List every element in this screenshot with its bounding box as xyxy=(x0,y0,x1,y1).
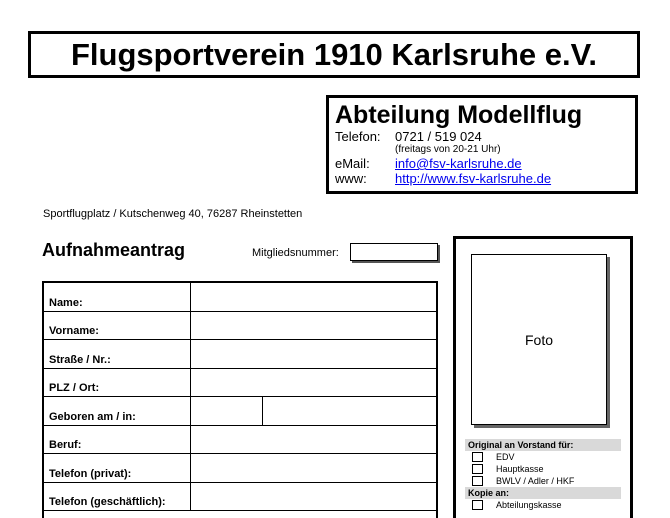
birth-place-field[interactable] xyxy=(263,397,436,425)
phone-business-label: Telefon (geschäftlich): xyxy=(44,482,191,510)
routing-item-abteilungskasse: Abteilungskasse xyxy=(465,499,621,511)
club-title: Flugsportverein 1910 Karlsruhe e.V. xyxy=(28,31,640,78)
bwlv-checkbox[interactable] xyxy=(472,476,483,486)
routing-item-bwlv: BWLV / Adler / HKF xyxy=(465,475,621,487)
street-field[interactable] xyxy=(191,340,436,368)
routing-list: Original an Vorstand für: EDV Hauptkasse… xyxy=(465,439,621,511)
application-form-table: Name: Vorname: Straße / Nr.: PLZ / Ort: … xyxy=(42,281,438,518)
department-info-box: Abteilung Modellflug Telefon: 0721 / 519… xyxy=(326,95,638,194)
edv-checkbox[interactable] xyxy=(472,452,483,462)
phone-row: Telefon: 0721 / 519 024 xyxy=(335,129,635,144)
birth-date-field[interactable] xyxy=(191,397,263,425)
copy-header: Kopie an: xyxy=(465,487,621,499)
airfield-address: Sportflugplatz / Kutschenweg 40, 76287 R… xyxy=(43,208,303,220)
form-row-phone-private: Telefon (privat): xyxy=(44,454,436,483)
phone-private-label: Telefon (privat): xyxy=(44,454,191,482)
zip-city-label: PLZ / Ort: xyxy=(44,368,191,396)
street-label: Straße / Nr.: xyxy=(44,340,191,368)
phone-business-field[interactable] xyxy=(191,483,436,511)
zip-city-field[interactable] xyxy=(191,369,436,397)
phone-number: 0721 / 519 024 xyxy=(395,129,482,144)
email-row: eMail: info@fsv-karlsruhe.de xyxy=(335,156,635,171)
form-row-city: PLZ / Ort: xyxy=(44,368,436,397)
birth-label: Geboren am / in: xyxy=(44,397,191,425)
office-use-panel: Foto Original an Vorstand für: EDV Haupt… xyxy=(453,236,633,518)
edv-label: EDV xyxy=(496,452,515,462)
routing-item-edv: EDV xyxy=(465,451,621,463)
firstname-label: Vorname: xyxy=(44,311,191,339)
form-row-birth: Geboren am / in: xyxy=(44,397,436,426)
abteilungskasse-checkbox[interactable] xyxy=(472,500,483,510)
web-row: www: http://www.fsv-karlsruhe.de xyxy=(335,171,635,186)
form-row-name: Name: xyxy=(44,283,436,312)
profession-field[interactable] xyxy=(191,426,436,454)
web-label: www: xyxy=(335,171,367,186)
form-row-firstname: Vorname: xyxy=(44,311,436,340)
photo-label: Foto xyxy=(524,331,553,348)
member-number-field[interactable] xyxy=(350,243,438,261)
email-label: eMail: xyxy=(335,156,370,171)
email-link[interactable]: info@fsv-karlsruhe.de xyxy=(395,156,522,171)
form-title: Aufnahmeantrag xyxy=(42,240,186,260)
bwlv-label: BWLV / Adler / HKF xyxy=(496,476,575,486)
form-row-profession: Beruf: xyxy=(44,425,436,454)
name-field[interactable] xyxy=(191,283,436,311)
original-header: Original an Vorstand für: xyxy=(465,439,621,451)
website-link[interactable]: http://www.fsv-karlsruhe.de xyxy=(395,171,551,186)
hauptkasse-checkbox[interactable] xyxy=(472,464,483,474)
hauptkasse-label: Hauptkasse xyxy=(496,464,544,474)
name-label: Name: xyxy=(44,283,191,311)
phone-label: Telefon: xyxy=(335,129,381,144)
department-title: Abteilung Modellflug xyxy=(335,101,583,129)
firstname-field[interactable] xyxy=(191,312,436,340)
member-number-label: Mitgliedsnummer: xyxy=(252,247,339,259)
phone-private-field[interactable] xyxy=(191,454,436,482)
abteilungskasse-label: Abteilungskasse xyxy=(496,500,562,510)
form-row-street: Straße / Nr.: xyxy=(44,340,436,369)
routing-item-hauptkasse: Hauptkasse xyxy=(465,463,621,475)
photo-frame: Foto xyxy=(471,254,607,425)
form-row-phone-business: Telefon (geschäftlich): xyxy=(44,482,436,511)
phone-note: (freitags von 20-21 Uhr) xyxy=(395,144,501,155)
profession-label: Beruf: xyxy=(44,425,191,453)
